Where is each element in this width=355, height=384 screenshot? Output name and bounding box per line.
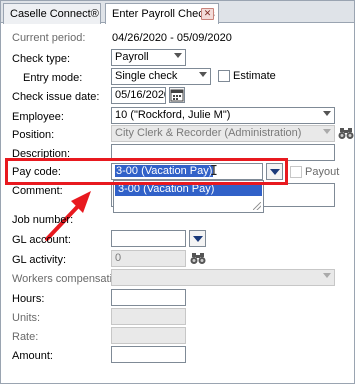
estimate-checkbox[interactable]: [218, 70, 230, 82]
gl-account-label: GL account:: [12, 234, 71, 246]
check-type-value: Payroll: [115, 51, 149, 63]
rate-label: Rate:: [12, 331, 39, 343]
amount-label: Amount:: [12, 350, 53, 362]
entry-mode-value: Single check: [115, 70, 178, 82]
current-period-label: Current period:: [12, 32, 86, 44]
list-item[interactable]: 3-00 (Vacation Pay): [115, 182, 262, 196]
units-label: Units:: [12, 312, 41, 324]
estimate-label: Estimate: [233, 70, 276, 82]
gl-activity-input: 0: [111, 250, 186, 267]
text-cursor-icon: I: [210, 164, 218, 179]
description-label: Description:: [12, 148, 71, 160]
tab-caselle-connect[interactable]: Caselle Connect®: [3, 3, 101, 24]
close-icon[interactable]: ✕: [201, 8, 214, 20]
gl-activity-label: GL activity:: [12, 254, 66, 266]
chevron-down-icon: [199, 72, 207, 77]
resize-grip-icon[interactable]: [253, 202, 261, 210]
tab-label: Caselle Connect®: [10, 8, 99, 20]
position-value: City Clerk & Recorder (Administration): [115, 127, 302, 139]
tab-label: Enter Payroll Checks: [112, 8, 215, 20]
hours-label: Hours:: [12, 293, 45, 305]
current-period-value: 04/26/2020 - 05/09/2020: [112, 32, 232, 44]
pay-code-value: 3-00 (Vacation Pay): [115, 165, 214, 177]
pay-code-dropdown-button[interactable]: [266, 163, 283, 180]
employee-value: 10 ("Rockford, Julie M"): [115, 109, 231, 121]
tab-strip: Caselle Connect® Enter Payroll Checks ✕: [1, 1, 354, 24]
payroll-window: Caselle Connect® Enter Payroll Checks ✕ …: [0, 0, 355, 384]
position-label: Position:: [12, 129, 55, 141]
amount-input[interactable]: [111, 346, 186, 363]
check-type-label: Check type:: [12, 53, 71, 65]
calendar-icon[interactable]: [169, 87, 185, 103]
chevron-down-icon: [174, 53, 182, 58]
chevron-down-icon: [323, 111, 331, 116]
rate-input: [111, 327, 186, 344]
payout-label: Payout: [305, 166, 340, 178]
employee-label: Employee:: [12, 111, 64, 123]
job-number-label: Job number:: [12, 214, 74, 226]
check-issue-date-input[interactable]: 05/16/2020: [111, 87, 166, 104]
check-issue-date-value: 05/16/2020: [115, 89, 166, 101]
entry-mode-dropdown[interactable]: Single check: [111, 68, 211, 85]
pay-code-dropdown[interactable]: 3-00 (Vacation Pay): [111, 163, 263, 180]
chevron-down-icon: [193, 236, 203, 242]
position-dropdown: City Clerk & Recorder (Administration): [111, 125, 335, 142]
chevron-down-icon: [323, 273, 331, 278]
payout-checkbox: [290, 166, 302, 178]
check-type-dropdown[interactable]: Payroll: [111, 49, 186, 66]
units-input: [111, 308, 186, 325]
gl-account-dropdown-button[interactable]: [189, 230, 206, 247]
gl-account-input[interactable]: [111, 230, 186, 247]
check-issue-date-label: Check issue date:: [12, 91, 100, 103]
hours-input[interactable]: [111, 289, 186, 306]
pay-code-options-list[interactable]: 3-00 (Vacation Pay): [113, 180, 264, 213]
binoculars-icon[interactable]: [338, 126, 355, 141]
employee-dropdown[interactable]: 10 ("Rockford, Julie M"): [111, 107, 335, 124]
pay-code-label: Pay code:: [12, 166, 61, 178]
workers-comp-dropdown: [111, 269, 335, 286]
gl-activity-value: 0: [115, 252, 122, 264]
binoculars-icon[interactable]: [190, 251, 207, 266]
chevron-down-icon: [323, 129, 331, 134]
description-input[interactable]: [111, 144, 335, 161]
entry-mode-label: Entry mode:: [23, 72, 83, 84]
chevron-down-icon: [270, 169, 280, 175]
tab-enter-payroll-checks[interactable]: Enter Payroll Checks ✕: [105, 3, 219, 24]
